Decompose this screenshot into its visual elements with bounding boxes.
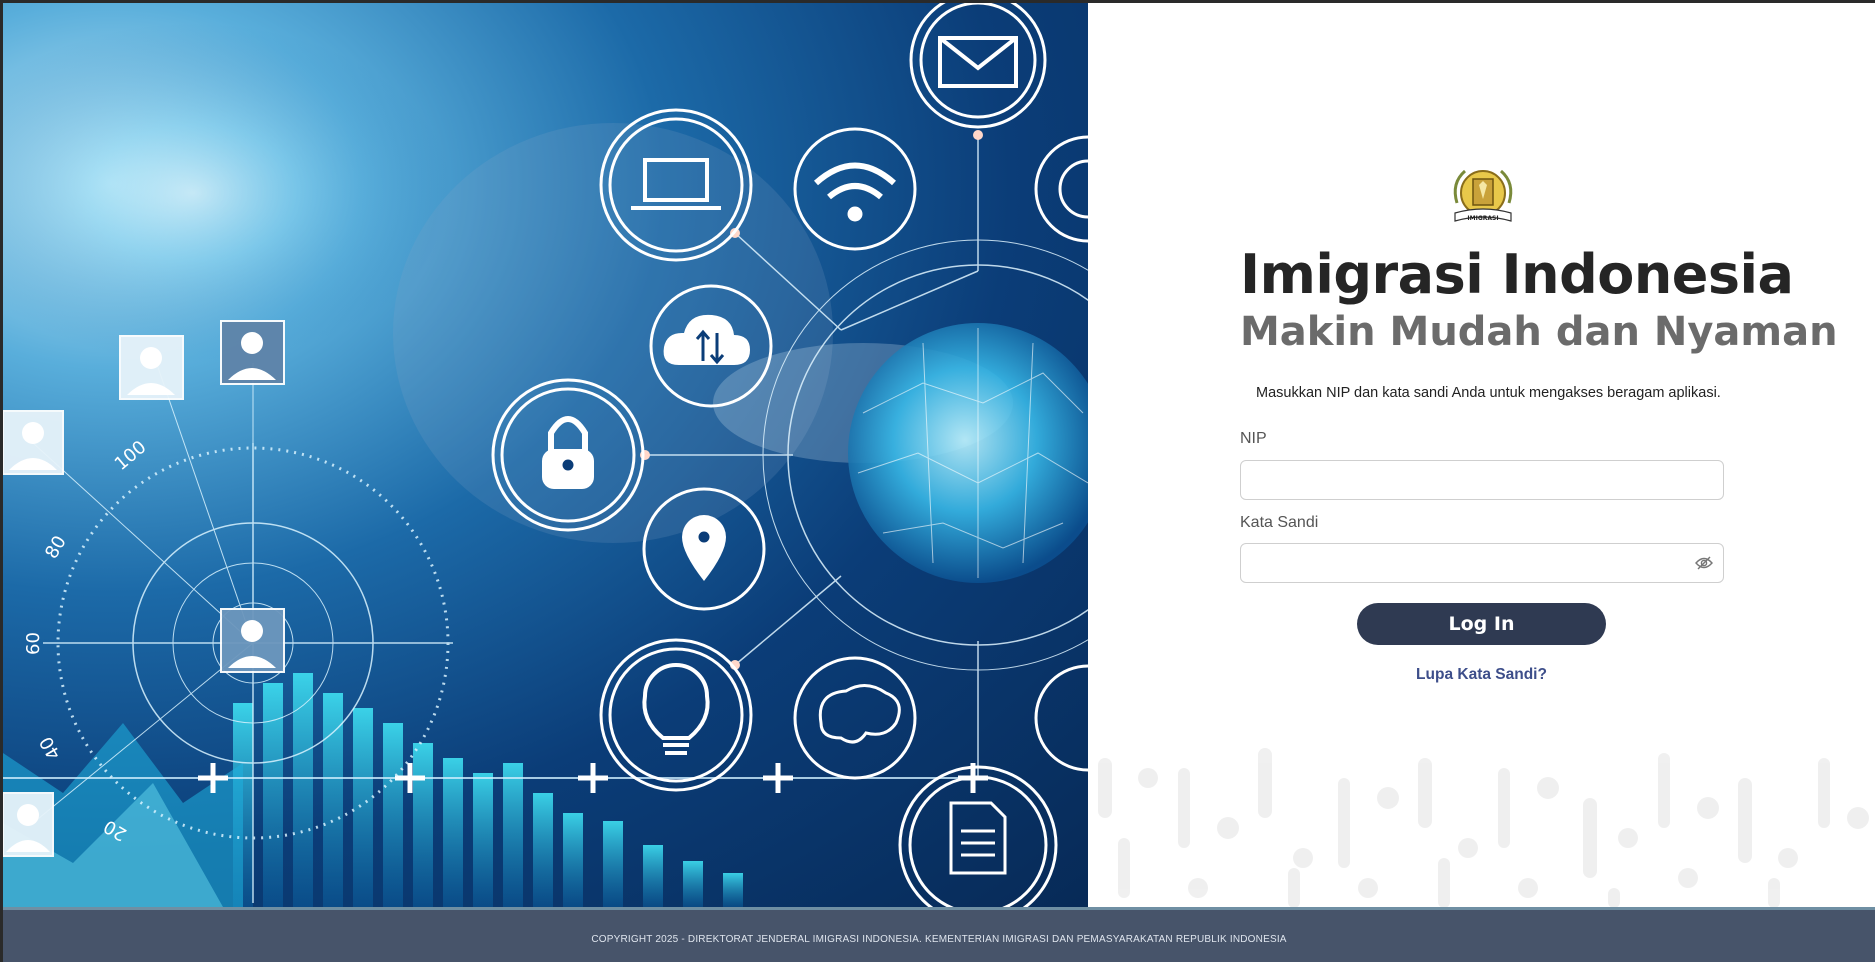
app-frame: 100 80 60 40 20 IMIGRASI Imigrasi Indone… <box>0 0 1875 962</box>
login-button[interactable]: Log In <box>1357 603 1606 645</box>
user-icon <box>220 320 285 385</box>
user-icon <box>3 792 54 857</box>
globe-icon <box>1034 135 1088 243</box>
login-panel: IMIGRASI Imigrasi Indonesia Makin Mudah … <box>1088 3 1875 907</box>
copyright-text: COPYRIGHT 2025 - DIREKTORAT JENDERAL IMI… <box>591 934 1287 945</box>
eye-slash-icon[interactable] <box>1695 555 1713 571</box>
svg-text:IMIGRASI: IMIGRASI <box>1467 215 1498 222</box>
forgot-password-link[interactable]: Lupa Kata Sandi? <box>1088 666 1875 684</box>
gauge-label: 60 <box>23 632 44 655</box>
nip-input[interactable] <box>1240 460 1724 500</box>
lightbulb-icon <box>599 638 753 792</box>
password-input[interactable] <box>1240 543 1724 583</box>
footer: COPYRIGHT 2025 - DIREKTORAT JENDERAL IMI… <box>3 907 1875 962</box>
user-icon <box>220 608 285 673</box>
gauge-label: 40 <box>36 733 66 763</box>
app-subtitle: Makin Mudah dan Nyaman <box>1240 309 1838 355</box>
user-icon <box>3 410 64 475</box>
gauge-label: 80 <box>41 532 71 562</box>
wifi-icon <box>793 127 917 251</box>
login-description: Masukkan NIP dan kata sandi Anda untuk m… <box>1256 385 1721 401</box>
hero-illustration: 100 80 60 40 20 <box>3 3 1088 907</box>
nip-label: NIP <box>1240 430 1267 447</box>
document-icon <box>898 765 1058 907</box>
brain-icon <box>793 656 917 780</box>
gauge-label: 100 <box>111 437 151 475</box>
bar-chart-graphic <box>3 673 743 907</box>
envelope-icon <box>909 3 1047 129</box>
chart-circle-icon <box>1034 664 1088 772</box>
app-title: Imigrasi Indonesia <box>1240 243 1794 306</box>
user-icon <box>119 335 184 400</box>
decorative-pattern <box>1098 748 1869 907</box>
password-label: Kata Sandi <box>1240 514 1319 531</box>
hero-image: 100 80 60 40 20 <box>3 3 1088 907</box>
imigrasi-emblem-logo: IMIGRASI <box>1453 169 1513 222</box>
